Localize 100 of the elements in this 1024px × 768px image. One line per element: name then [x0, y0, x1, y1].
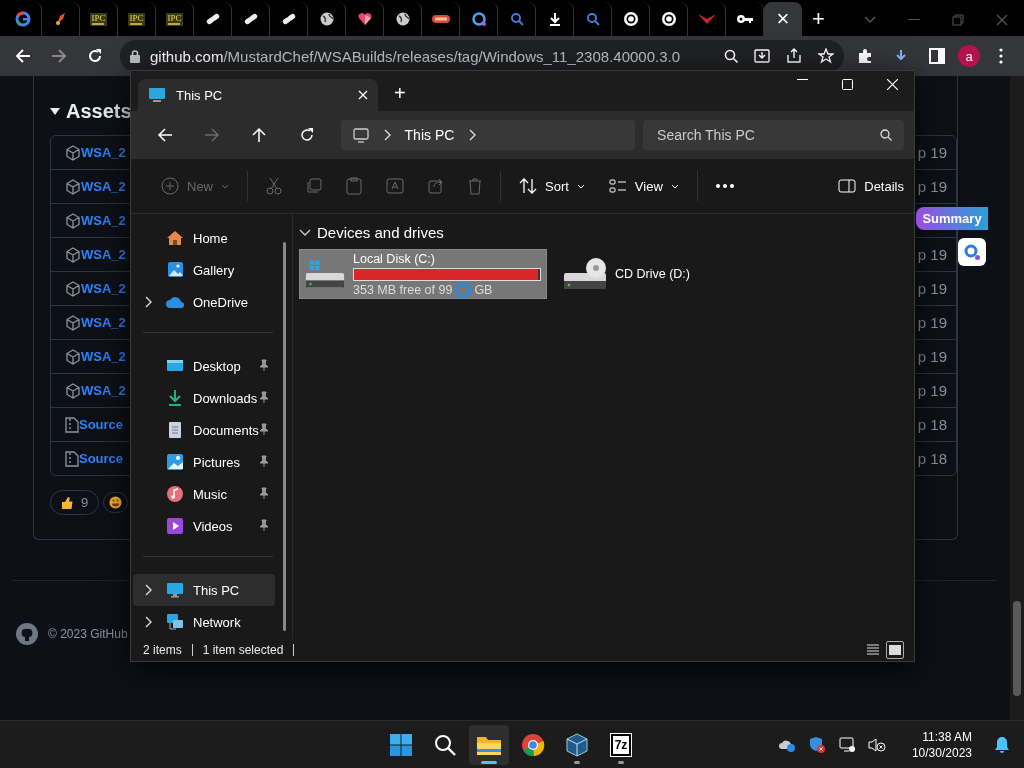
wing-logo-icon	[697, 13, 716, 25]
share-icon	[786, 48, 802, 64]
reload-icon	[87, 48, 103, 64]
trash-icon	[468, 177, 482, 195]
plus-circle-icon	[161, 177, 179, 195]
taskbar-sevenzip-button[interactable]: 7z	[601, 724, 641, 765]
network-icon	[166, 613, 184, 631]
asset-link[interactable]: Source	[79, 417, 124, 432]
summary-button[interactable]: Summary	[916, 207, 988, 230]
globe-icon	[394, 11, 411, 27]
drive-tile[interactable]: Local Disk (C:) 353 MB free of 99 GB	[299, 249, 547, 299]
globe-icon	[318, 11, 335, 27]
sidebar-item[interactable]: Network	[133, 606, 275, 638]
sidebar-item[interactable]: Pictures	[133, 446, 275, 478]
music-note-icon	[166, 485, 184, 503]
browser-tab[interactable]: ×	[764, 2, 802, 36]
asset-link[interactable]: WSA_2	[81, 349, 126, 364]
extensions-puzzle-icon	[857, 48, 873, 64]
close-icon	[358, 90, 368, 100]
video-icon	[166, 517, 184, 535]
package-icon	[65, 144, 81, 161]
asset-link[interactable]: WSA_2	[81, 281, 126, 296]
section-header[interactable]: Devices and drives	[317, 224, 444, 241]
profile-avatar[interactable]: a	[958, 45, 980, 67]
package-icon	[65, 382, 81, 399]
chevron-right-icon	[382, 129, 391, 141]
asset-link[interactable]: WSA_2	[81, 213, 126, 228]
search-field[interactable]: Search This PC	[643, 120, 904, 150]
breadcrumb-item[interactable]: This PC	[404, 127, 455, 143]
sidebar-item[interactable]: OneDrive	[133, 286, 275, 318]
drive-name: Local Disk (C:)	[353, 251, 436, 266]
scrollbar-thumb[interactable]	[1013, 601, 1021, 696]
assets-heading[interactable]: Assets	[66, 100, 132, 123]
busy-cursor-icon	[454, 280, 473, 299]
download-icon	[547, 12, 562, 26]
view-toggle-button[interactable]	[886, 641, 904, 659]
page-scrollbar[interactable]	[1010, 76, 1024, 720]
explorer-tab[interactable]: This PC	[138, 79, 378, 111]
asset-link[interactable]: WSA_2	[81, 179, 126, 194]
sidebar-item[interactable]: This PC	[133, 574, 275, 606]
address-bar[interactable]: This PC	[340, 120, 636, 150]
new-tab-button[interactable]: +	[812, 6, 825, 32]
sidebar-scrollbar[interactable]	[283, 242, 286, 631]
free-space-text: 353 MB free of 99	[353, 282, 453, 297]
tiles-view-icon	[888, 644, 902, 656]
caret-down-icon	[576, 183, 585, 189]
copy-icon	[306, 178, 322, 194]
package-icon	[65, 314, 81, 331]
tab-title: This PC	[176, 87, 224, 103]
assistant-button[interactable]	[958, 238, 986, 266]
sidebar-item[interactable]: Gallery	[133, 254, 275, 286]
search-icon	[509, 12, 524, 26]
asset-date: p 18	[917, 416, 947, 433]
document-icon	[168, 421, 182, 439]
new-tab-button[interactable]: +	[394, 82, 406, 105]
github-logo-icon	[16, 623, 38, 645]
thumbs-up-icon	[61, 496, 73, 509]
copyright-text: © 2023 GitHub	[48, 627, 128, 641]
lock-icon	[130, 49, 140, 63]
sidebar-item[interactable]: Documents	[133, 414, 275, 446]
hard-drive-icon	[305, 257, 345, 291]
download-icon	[895, 49, 907, 63]
view-list-icon	[608, 179, 627, 193]
drive-tile[interactable]: CD Drive (D:)	[557, 249, 805, 299]
details-pane-button[interactable]: Details	[838, 178, 904, 194]
tab-close-button[interactable]: ×	[776, 8, 790, 30]
zip-file-icon	[65, 450, 79, 467]
link-icon	[242, 11, 259, 27]
menu-icon	[999, 48, 1003, 64]
sidebar-item[interactable]: Videos	[133, 510, 275, 542]
sort-icon	[519, 178, 537, 194]
tray-mute-button[interactable]	[867, 736, 886, 753]
asset-link[interactable]: WSA_2	[81, 315, 126, 330]
monitor-icon	[166, 582, 184, 598]
zip-file-icon	[65, 416, 79, 433]
restore-icon	[952, 14, 964, 26]
sidebar-item[interactable]: Downloads	[133, 382, 275, 414]
asset-link[interactable]: WSA_2	[81, 247, 126, 262]
tray-shield-button[interactable]	[807, 735, 826, 754]
asset-link[interactable]: Source	[79, 451, 124, 466]
taskbar-explorer-button[interactable]	[469, 724, 509, 765]
sidebar-item[interactable]: Desktop	[133, 350, 275, 382]
address-bar[interactable]: github.com/MustardChef/WSABuilds/releases/tag/Windows_11_2308.40000.3.0	[120, 40, 844, 72]
search-icon	[585, 12, 600, 26]
sort-button[interactable]: Sort	[507, 170, 597, 202]
package-icon	[65, 348, 81, 365]
view-button[interactable]: View	[596, 170, 691, 202]
clock[interactable]: 11:38 AM 10/30/2023	[911, 728, 972, 761]
cd-drive-icon	[563, 257, 607, 291]
monitor-outline-icon	[352, 127, 369, 143]
sidebar-item[interactable]: Home	[133, 222, 275, 254]
sidebar-item[interactable]: Music	[133, 478, 275, 510]
asset-link[interactable]: WSA_2	[81, 383, 126, 398]
key-icon	[735, 13, 754, 25]
shield-alert-icon	[807, 735, 826, 754]
asset-date: p 19	[917, 348, 947, 365]
asset-date: p 19	[917, 314, 947, 331]
asset-date: p 19	[917, 246, 947, 263]
asset-link[interactable]: WSA_2	[81, 145, 126, 160]
rename-icon	[386, 178, 404, 194]
